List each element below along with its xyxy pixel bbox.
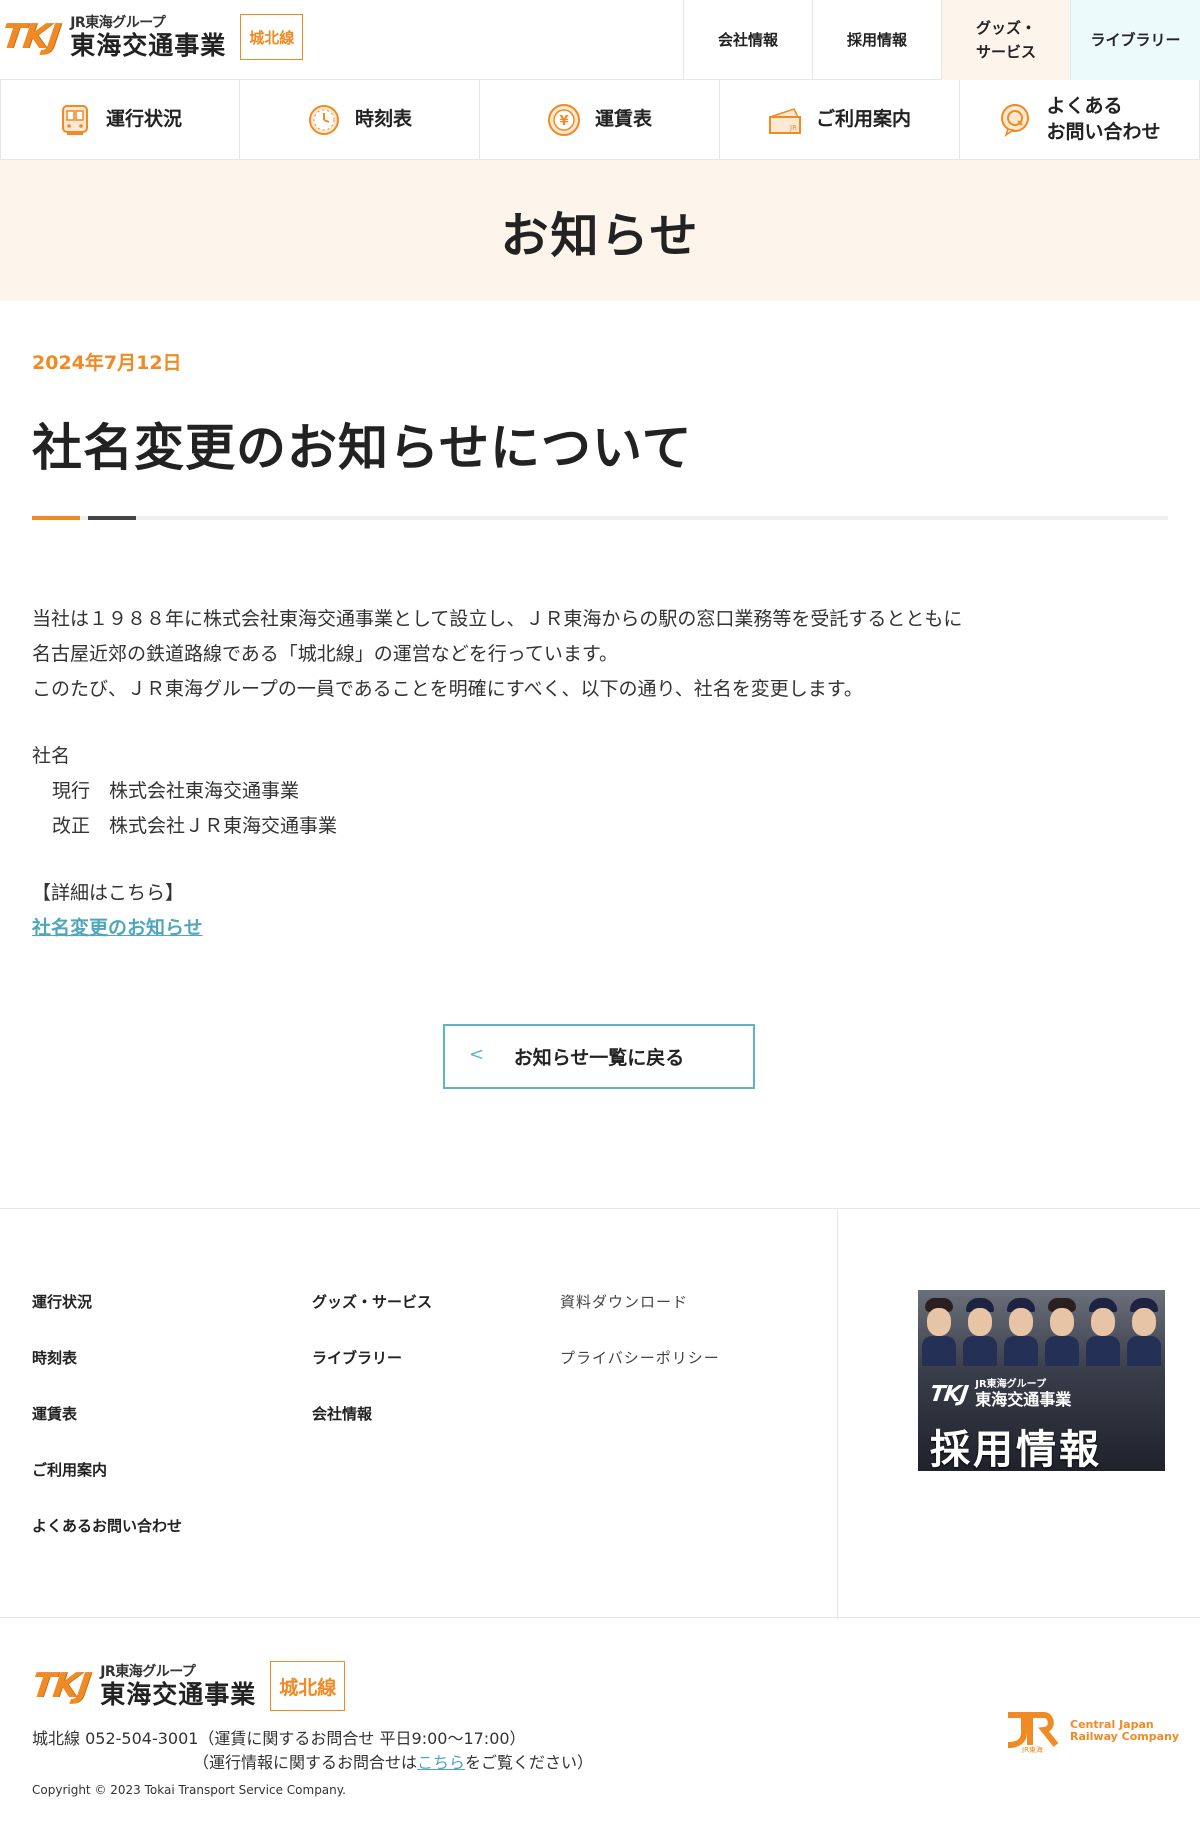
footer-logo-name: 東海交通事業 <box>100 1680 257 1709</box>
article-paragraph-line: 当社は１９８８年に株式会社東海交通事業として設立し、ＪＲ東海からの駅の窓口業務等… <box>32 608 963 630</box>
article-body: 当社は１９８８年に株式会社東海交通事業として設立し、ＪＲ東海からの駅の窓口業務等… <box>32 602 962 946</box>
current-label: 現行 <box>52 780 91 802</box>
article-title: 社名変更のお知らせについて <box>32 419 693 477</box>
footer-divider <box>837 1209 838 1619</box>
new-company-name: 株式会社ＪＲ東海交通事業 <box>109 815 338 837</box>
underline-accent-dark <box>88 516 136 520</box>
footer-link-downloads[interactable]: 資料ダウンロード <box>560 1291 720 1347</box>
footer-nav-col3: 資料ダウンロード プライバシーポリシー <box>560 1291 720 1403</box>
page-title-band: お知らせ <box>0 160 1200 301</box>
footer-nav: 運行状況 時刻表 運賃表 ご利用案内 よくあるお問い合わせ グッズ・サービス ラ… <box>0 1208 1200 1619</box>
back-button-label: お知らせ一覧に戻る <box>513 1047 685 1069</box>
logo-text: JR東海グループ 東海交通事業 <box>70 16 226 58</box>
nav-item-operation-status[interactable]: 運行状況 <box>0 80 240 160</box>
tkj-logo-mark: TKJ <box>0 17 62 57</box>
site-logo[interactable]: TKJ JR東海グループ 東海交通事業 城北線 <box>0 14 304 60</box>
site-header: TKJ JR東海グループ 東海交通事業 城北線 会社情報 採用情報 グッズ・ サ… <box>0 0 1200 80</box>
footer-link-privacy[interactable]: プライバシーポリシー <box>560 1347 720 1403</box>
nav-item-fare-table[interactable]: ¥ 運賃表 <box>480 80 720 160</box>
footer-logo[interactable]: TKJ JR東海グループ 東海交通事業 城北線 <box>29 1661 346 1711</box>
details-label: 【詳細はこちら】 <box>32 882 185 904</box>
article-paragraph-line: 名古屋近郊の鉄道路線である「城北線」の運営などを行っています。 <box>32 643 618 665</box>
copyright: Copyright © 2023 Tokai Transport Service… <box>32 1783 346 1797</box>
recruit-banner-logo: TKJ JR東海グループ 東海交通事業 <box>928 1379 1072 1409</box>
nav-label: 時刻表 <box>354 108 412 131</box>
new-name-row: 改正 株式会社ＪＲ東海交通事業 <box>32 809 962 844</box>
yen-icon: ¥ <box>547 103 581 137</box>
footer-link-faq[interactable]: よくあるお問い合わせ <box>32 1515 182 1571</box>
title-underline <box>32 516 1168 520</box>
current-company-name: 株式会社東海交通事業 <box>109 780 300 802</box>
footer-link-operation-status[interactable]: 運行状況 <box>32 1291 182 1347</box>
logo-group-label: JR東海グループ <box>70 15 166 31</box>
staff-photo <box>918 1296 1165 1366</box>
train-icon <box>58 103 92 137</box>
nav-item-faq[interactable]: よくある お問い合わせ <box>960 80 1200 160</box>
top-link-library[interactable]: ライブラリー <box>1070 0 1200 80</box>
question-icon <box>998 103 1032 137</box>
company-name-heading: 社名 <box>32 745 71 767</box>
footer-nav-col2: グッズ・サービス ライブラリー 会社情報 <box>312 1291 432 1459</box>
top-links: 会社情報 採用情報 グッズ・ サービス ライブラリー <box>683 0 1200 80</box>
nav-item-guide[interactable]: JR ご利用案内 <box>720 80 960 160</box>
jr-logo-text: Central Japan Railway Company <box>1070 1718 1180 1743</box>
underline-accent-orange <box>32 516 80 520</box>
article-paragraph-line: このたび、ＪＲ東海グループの一員であることを明確にすべく、以下の通り、社名を変更… <box>32 678 863 700</box>
new-label: 改正 <box>52 815 91 837</box>
clock-icon <box>307 103 341 137</box>
top-link-recruit[interactable]: 採用情報 <box>812 0 941 80</box>
jr-logo-icon: JR東海 <box>1004 1709 1062 1754</box>
footer-line-badge: 城北線 <box>270 1661 346 1711</box>
line-badge: 城北線 <box>240 14 304 60</box>
footer-link-goods[interactable]: グッズ・サービス <box>312 1291 432 1347</box>
nav-label: よくある お問い合わせ <box>1046 95 1161 143</box>
nav-item-timetable[interactable]: 時刻表 <box>240 80 480 160</box>
footer-link-library[interactable]: ライブラリー <box>312 1347 432 1403</box>
recruit-company-name: 東海交通事業 <box>975 1390 1072 1409</box>
contact-operation-line: （運行情報に関するお問合せはこちらをご覧ください） <box>193 1753 594 1772</box>
footer-link-guide[interactable]: ご利用案内 <box>32 1459 182 1515</box>
contact-phone-line: 城北線 052-504-3001（運賃に関するお問合せ 平日9:00〜17:00… <box>32 1729 526 1748</box>
details-link[interactable]: 社名変更のお知らせ <box>32 917 203 939</box>
footer-nav-col1: 運行状況 時刻表 運賃表 ご利用案内 よくあるお問い合わせ <box>32 1291 182 1571</box>
nav-label: 運賃表 <box>594 108 652 131</box>
main-nav: 運行状況 時刻表 ¥ 運賃表 JR ご利用案内 よくある お問い合わせ <box>0 80 1200 160</box>
tkj-logo-mark: TKJ <box>29 1666 92 1706</box>
logo-company-name: 東海交通事業 <box>70 31 227 60</box>
top-link-goods[interactable]: グッズ・ サービス <box>941 0 1070 80</box>
footer-logo-text: JR東海グループ 東海交通事業 <box>100 1665 256 1707</box>
nav-label: 運行状況 <box>105 108 182 131</box>
jr-central-logo[interactable]: JR東海 Central Japan Railway Company <box>1004 1709 1180 1754</box>
recruit-banner[interactable]: TKJ JR東海グループ 東海交通事業 採用情報 <box>918 1290 1165 1471</box>
footer-logo-group: JR東海グループ <box>100 1664 196 1680</box>
footer-link-company[interactable]: 会社情報 <box>312 1403 432 1459</box>
back-to-list-button[interactable]: < お知らせ一覧に戻る <box>443 1024 755 1089</box>
recruit-banner-title: 採用情報 <box>930 1427 1102 1471</box>
svg-text:¥: ¥ <box>559 114 568 129</box>
nav-label: ご利用案内 <box>815 108 911 131</box>
chevron-left-icon: < <box>469 1044 485 1065</box>
recruit-tkj-mark: TKJ <box>928 1381 970 1407</box>
article-date: 2024年7月12日 <box>32 352 182 374</box>
contact-operation-link[interactable]: こちら <box>417 1753 465 1772</box>
footer-link-fare-table[interactable]: 運賃表 <box>32 1403 182 1459</box>
current-name-row: 現行 株式会社東海交通事業 <box>32 774 962 809</box>
recruit-group-label: JR東海グループ <box>975 1379 1047 1390</box>
svg-text:JR東海: JR東海 <box>1021 1745 1043 1753</box>
svg-text:JR: JR <box>789 124 797 132</box>
contact-info: 城北線 052-504-3001（運賃に関するお問合せ 平日9:00〜17:00… <box>32 1727 593 1775</box>
footer-link-timetable[interactable]: 時刻表 <box>32 1347 182 1403</box>
top-link-company[interactable]: 会社情報 <box>683 0 812 80</box>
page-title: お知らせ <box>500 207 700 264</box>
ticket-icon: JR <box>768 103 802 137</box>
